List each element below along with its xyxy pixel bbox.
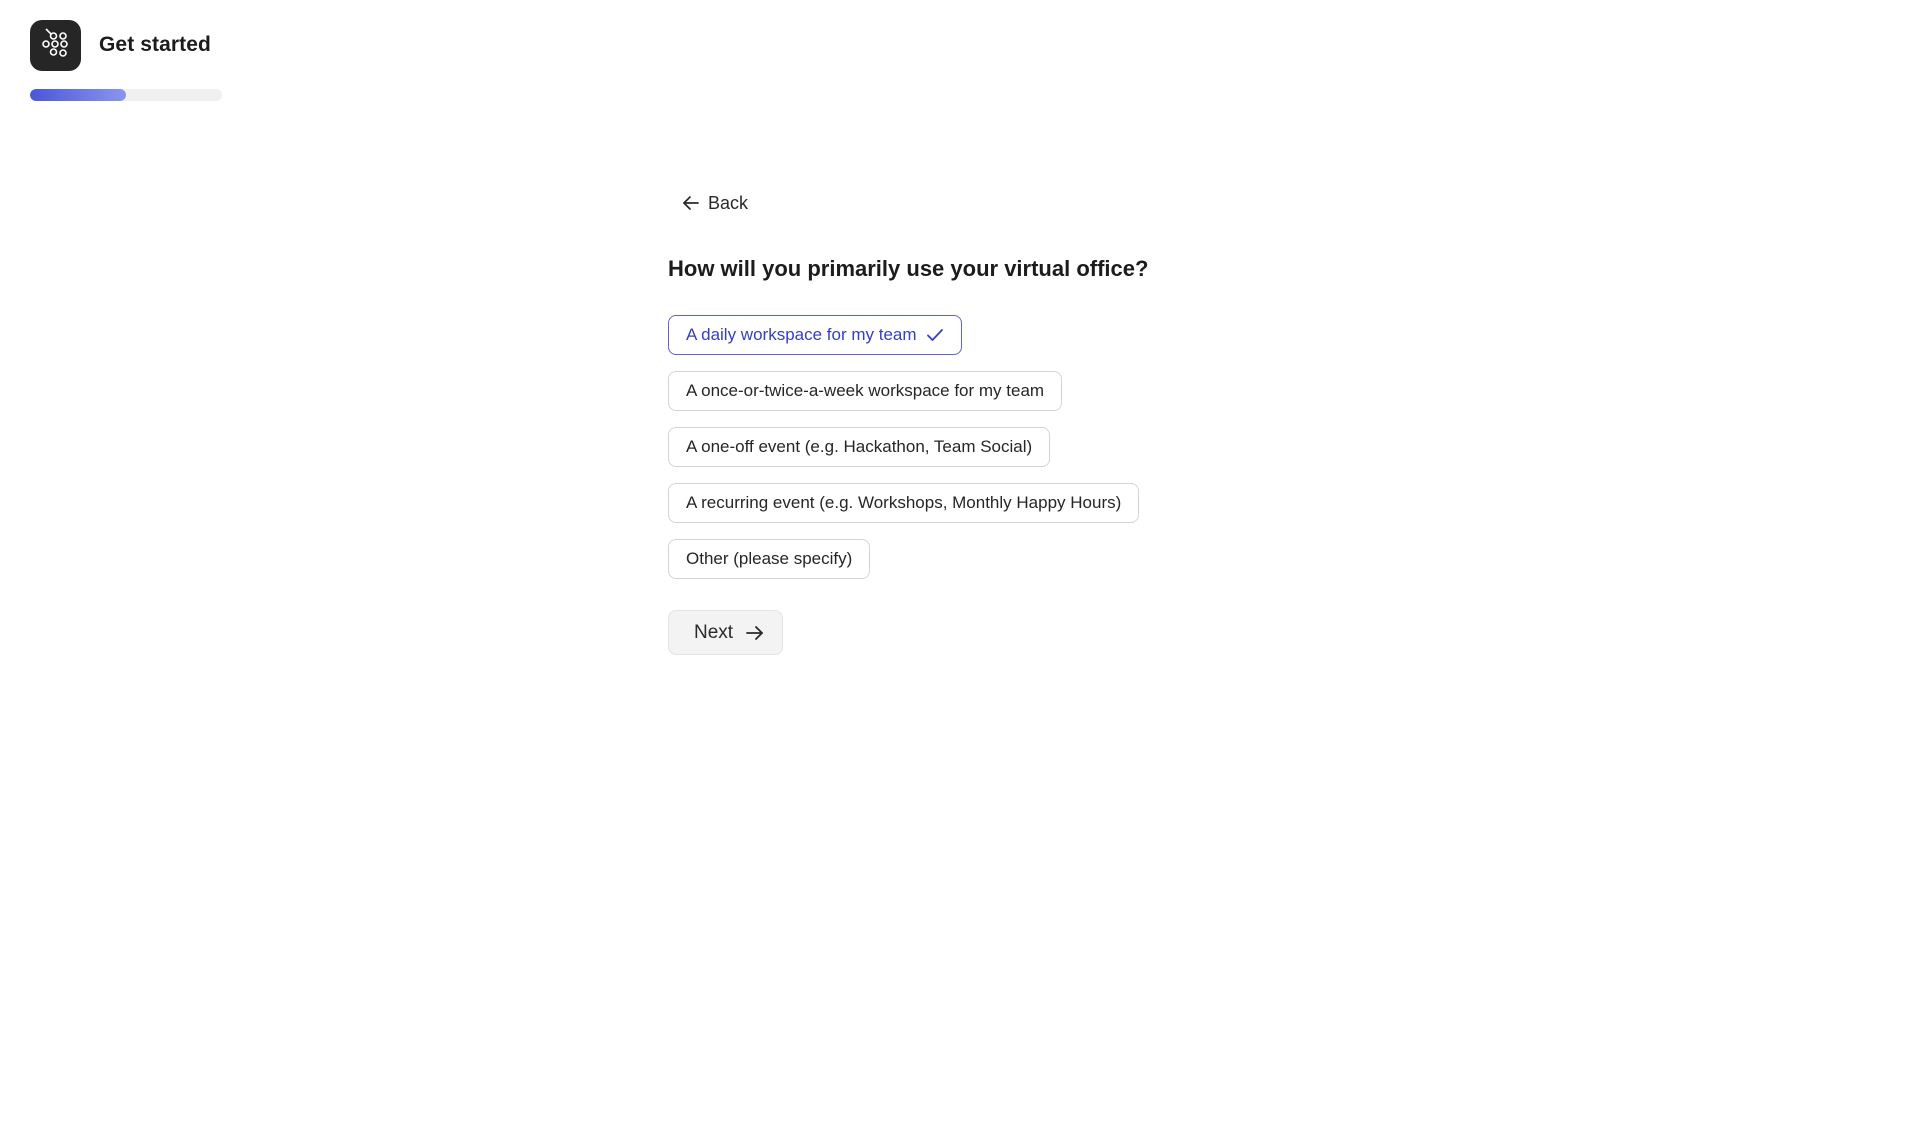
- page-title: Get started: [99, 33, 211, 56]
- option-label: A recurring event (e.g. Workshops, Month…: [686, 493, 1122, 512]
- option-weekly-workspace[interactable]: A once-or-twice-a-week workspace for my …: [668, 371, 1063, 411]
- option-label: Other (please specify): [686, 549, 853, 568]
- arrow-left-icon: [682, 195, 700, 211]
- option-label: A daily workspace for my team: [686, 325, 917, 344]
- onboarding-progress-bar: [30, 89, 222, 101]
- back-label: Back: [708, 193, 749, 213]
- option-daily-workspace[interactable]: A daily workspace for my team: [668, 315, 962, 355]
- next-button[interactable]: Next: [668, 610, 784, 655]
- progress-fill: [30, 89, 126, 101]
- option-other[interactable]: Other (please specify): [668, 539, 871, 579]
- checkmark-icon: [926, 328, 944, 342]
- back-button[interactable]: Back: [682, 190, 748, 216]
- option-label: A one-off event (e.g. Hackathon, Team So…: [686, 437, 1033, 456]
- option-recurring-event[interactable]: A recurring event (e.g. Workshops, Month…: [668, 483, 1140, 523]
- onboarding-page: Get started Back How will you primarily …: [0, 0, 1920, 1130]
- molecule-network-icon: [41, 27, 71, 64]
- question-heading: How will you primarily use your virtual …: [668, 256, 1149, 281]
- option-one-off-event[interactable]: A one-off event (e.g. Hackathon, Team So…: [668, 427, 1051, 467]
- option-label: A once-or-twice-a-week workspace for my …: [686, 381, 1045, 400]
- next-label: Next: [694, 621, 734, 643]
- option-list: A daily workspace for my team A once-or-…: [668, 315, 1140, 579]
- app-logo: [30, 20, 81, 71]
- arrow-right-icon: [745, 625, 765, 641]
